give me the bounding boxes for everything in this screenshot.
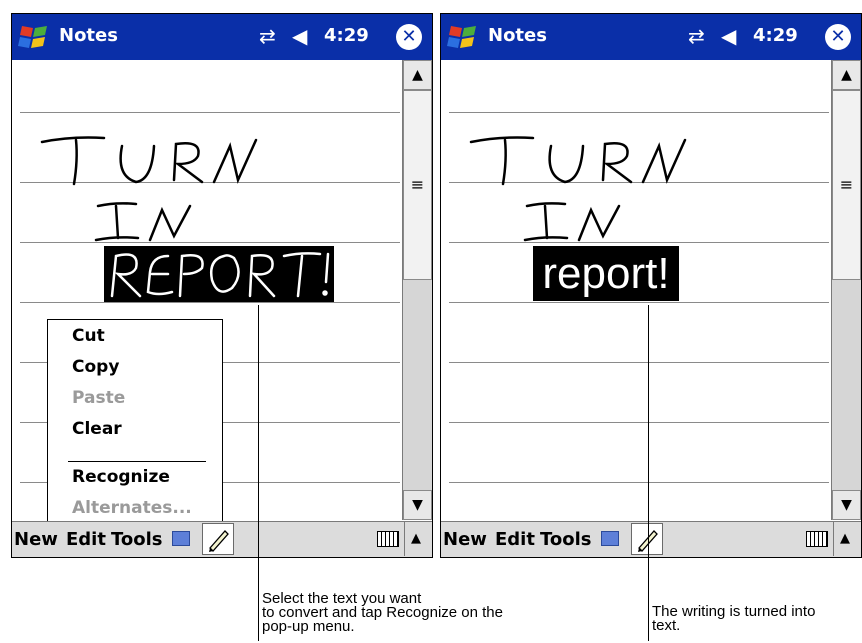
context-menu: Cut Copy Paste Clear Recognize Alternate… — [47, 319, 223, 528]
command-bar: New Edit Tools ▲ — [12, 521, 432, 557]
pen-icon[interactable] — [631, 523, 663, 555]
menu-item-copy[interactable]: Copy — [72, 357, 119, 377]
windows-logo-icon[interactable] — [445, 22, 483, 52]
callout-text-left: Select the text you want to convert and … — [262, 590, 503, 635]
menu-item-alternates[interactable]: Alternates... — [72, 498, 192, 518]
callout-line-left — [258, 305, 259, 641]
keyboard-icon[interactable] — [806, 531, 828, 547]
clock[interactable]: 4:29 — [324, 25, 369, 46]
connectivity-icon[interactable]: ⇄ — [688, 24, 705, 48]
recognized-text[interactable]: report! — [533, 246, 679, 301]
menu-tools[interactable]: Tools — [540, 529, 592, 550]
scroll-up-icon[interactable]: ▲ — [403, 60, 432, 90]
title-bar: Notes ⇄ ◀︎ 4:29 ✕ — [12, 14, 432, 60]
menu-new[interactable]: New — [443, 529, 487, 550]
volume-icon[interactable]: ◀︎ — [292, 24, 307, 48]
close-icon[interactable]: ✕ — [825, 24, 851, 50]
vertical-scrollbar[interactable]: ▲ ≡ ▼ — [831, 60, 861, 520]
app-title[interactable]: Notes — [59, 25, 118, 46]
scroll-up-icon[interactable]: ▲ — [832, 60, 861, 90]
menu-item-recognize[interactable]: Recognize — [72, 467, 170, 487]
pen-icon[interactable] — [202, 523, 234, 555]
command-bar: New Edit Tools ▲ — [441, 521, 861, 557]
menu-item-cut[interactable]: Cut — [72, 326, 105, 346]
scroll-thumb[interactable]: ≡ — [403, 90, 432, 280]
menu-new[interactable]: New — [14, 529, 58, 550]
keyboard-icon[interactable] — [377, 531, 399, 547]
volume-icon[interactable]: ◀︎ — [721, 24, 736, 48]
menu-edit[interactable]: Edit — [495, 529, 535, 550]
close-icon[interactable]: ✕ — [396, 24, 422, 50]
menu-edit[interactable]: Edit — [66, 529, 106, 550]
menu-item-clear[interactable]: Clear — [72, 419, 122, 439]
app-title[interactable]: Notes — [488, 25, 547, 46]
sip-arrow-icon[interactable]: ▲ — [404, 522, 427, 556]
callout-text-right: The writing is turned into text. — [652, 603, 816, 634]
notes-screen-right: Notes ⇄ ◀︎ 4:29 ✕ report! ▲ ≡ ▼ New Edit… — [440, 13, 862, 558]
recording-icon[interactable] — [601, 531, 619, 546]
menu-item-paste[interactable]: Paste — [72, 388, 125, 408]
menu-separator — [68, 461, 206, 462]
clock[interactable]: 4:29 — [753, 25, 798, 46]
sip-arrow-icon[interactable]: ▲ — [833, 522, 856, 556]
title-bar: Notes ⇄ ◀︎ 4:29 ✕ — [441, 14, 861, 60]
recording-icon[interactable] — [172, 531, 190, 546]
scroll-thumb[interactable]: ≡ — [832, 90, 861, 280]
windows-logo-icon[interactable] — [16, 22, 54, 52]
scroll-down-icon[interactable]: ▼ — [832, 490, 861, 520]
scroll-down-icon[interactable]: ▼ — [403, 490, 432, 520]
note-canvas[interactable]: report! — [441, 60, 831, 520]
vertical-scrollbar[interactable]: ▲ ≡ ▼ — [402, 60, 432, 520]
notes-screen-left: Notes ⇄ ◀︎ 4:29 ✕ ▲ ≡ ▼ Cut Copy Paste C… — [11, 13, 433, 558]
menu-tools[interactable]: Tools — [111, 529, 163, 550]
callout-line-right — [648, 305, 649, 641]
connectivity-icon[interactable]: ⇄ — [259, 24, 276, 48]
